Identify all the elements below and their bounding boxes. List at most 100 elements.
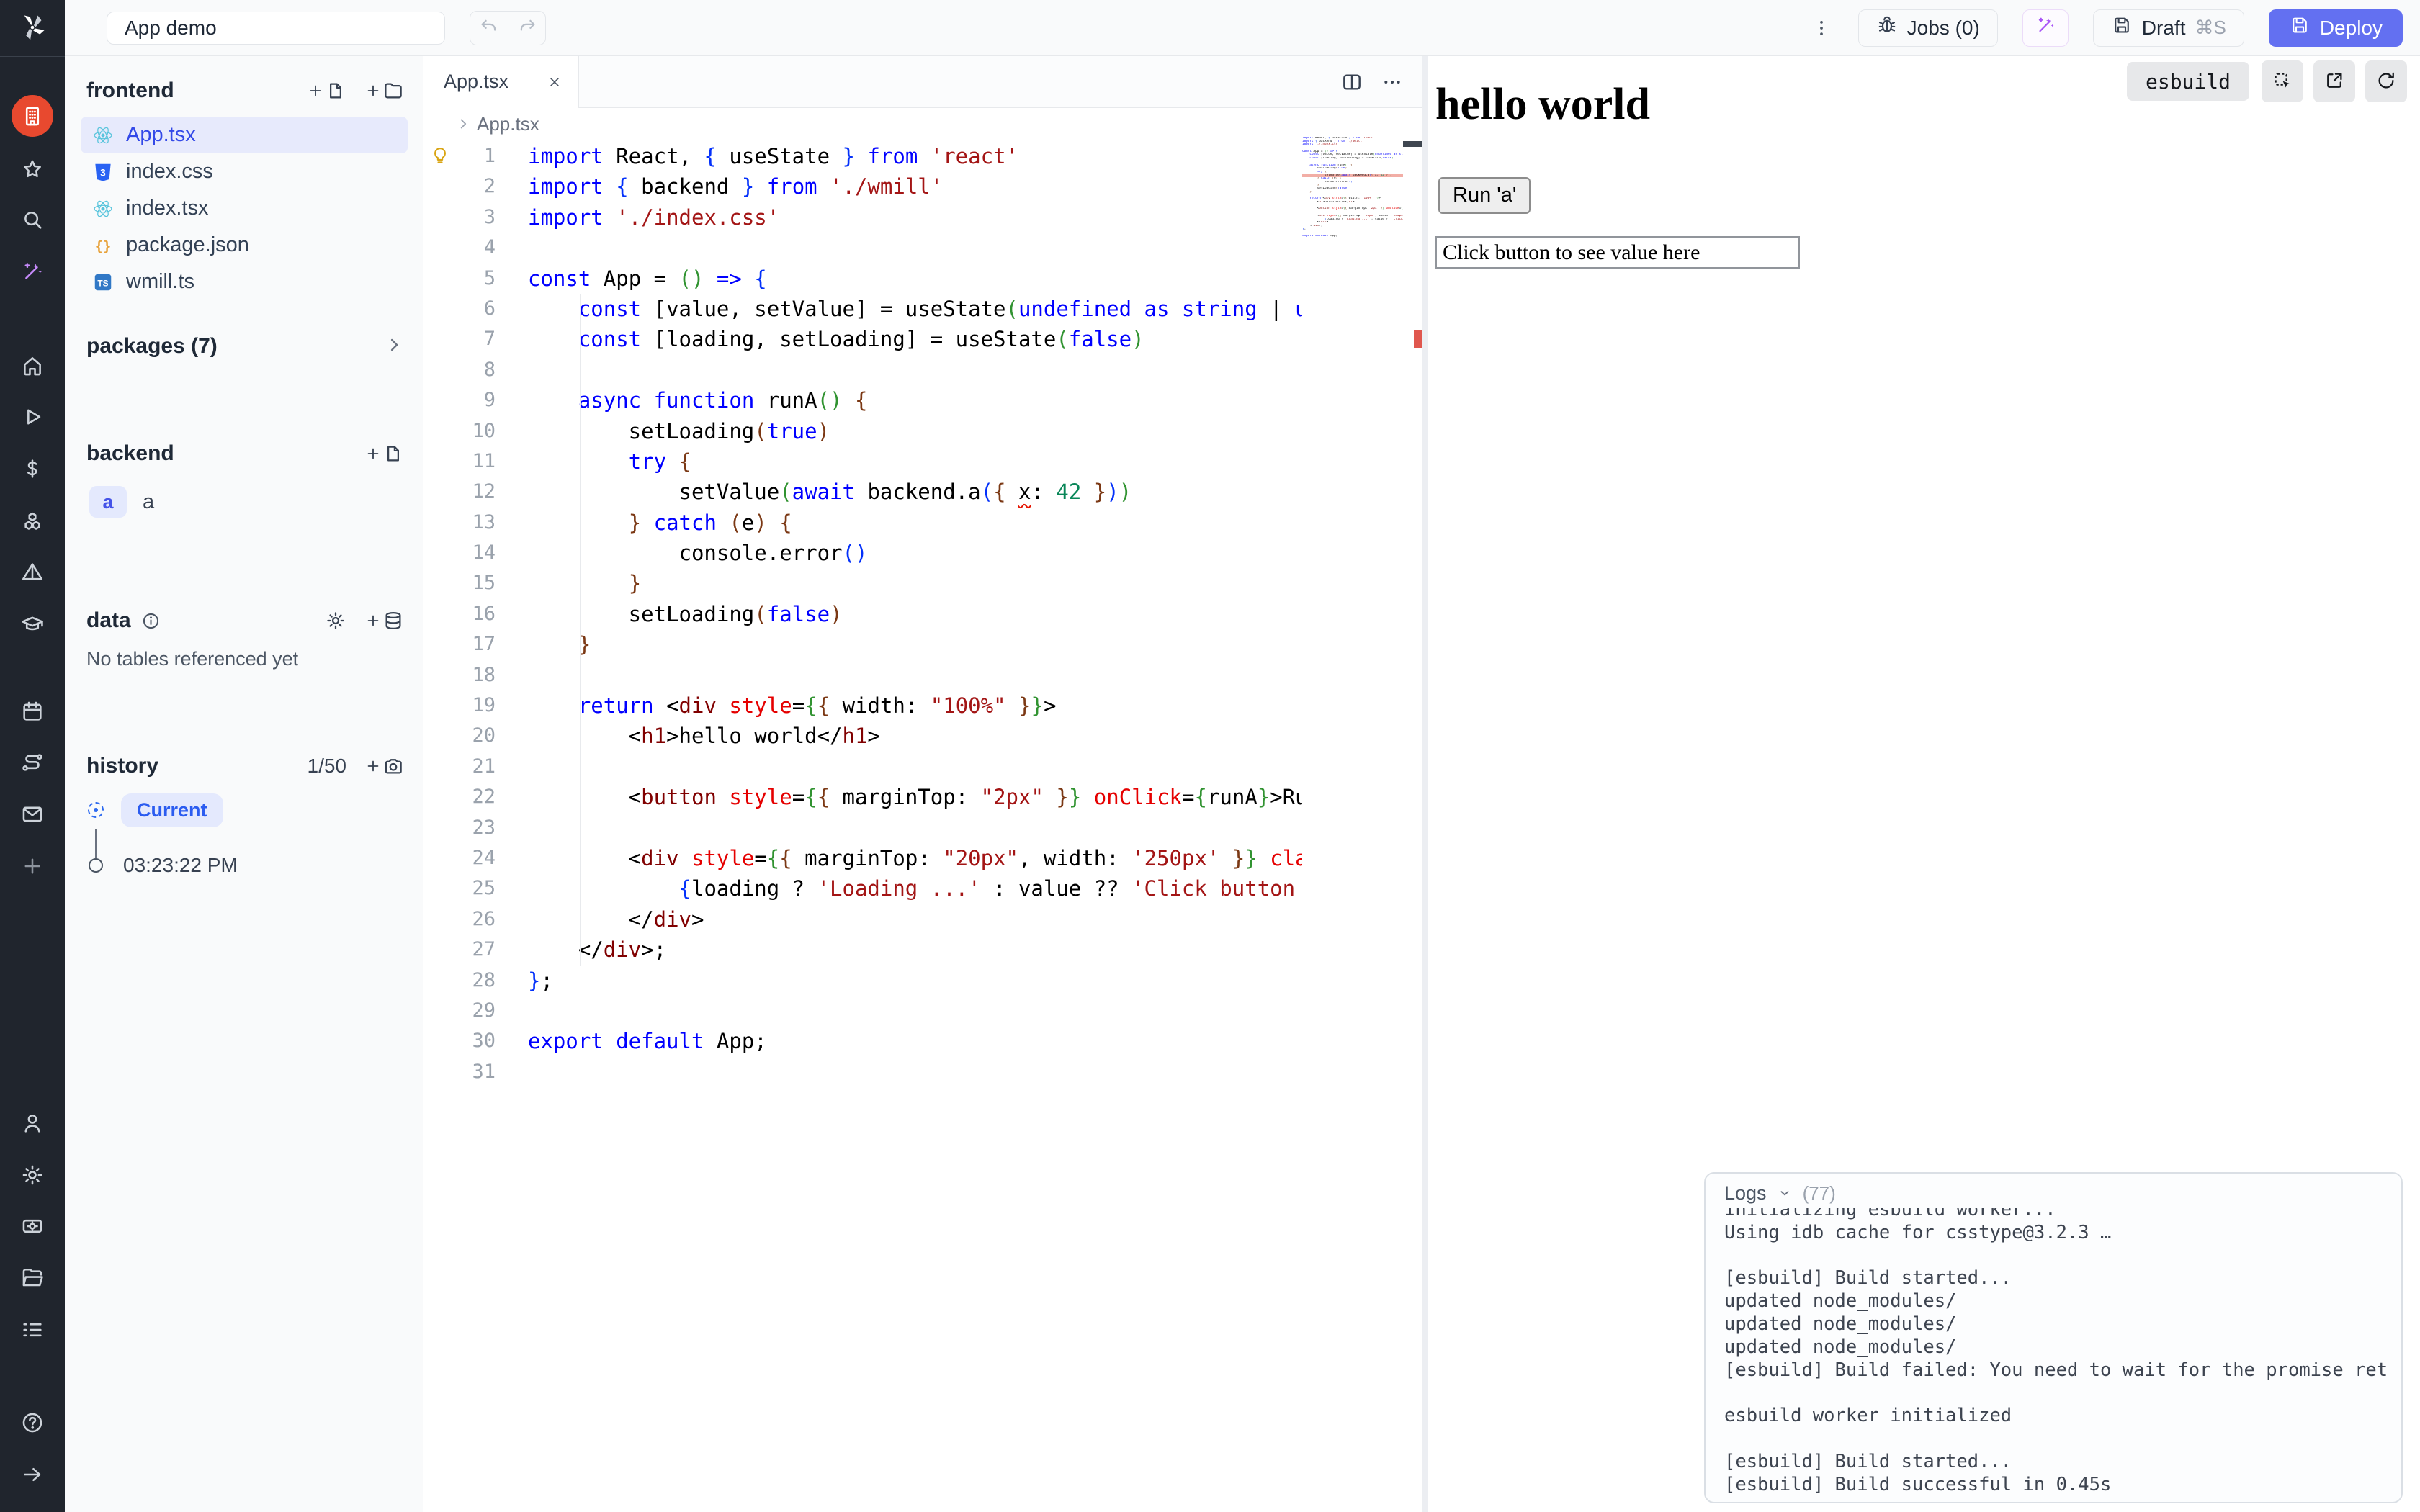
file-item-wmill-ts[interactable]: TSwmill.ts [81,264,408,300]
code-line: 8 [424,355,1302,385]
help-icon[interactable] [20,1410,45,1435]
logs-header: Logs (77) [1706,1174,2401,1205]
code-line: 27 </div>; [424,935,1302,965]
packages-section[interactable]: packages (7) [86,328,404,364]
json-braces-file-icon: {} [92,235,114,256]
draft-shortcut: ⌘S [2195,17,2226,39]
windmill-app-editor: Jobs (0) Draft ⌘S Deploy frontend [0,0,2420,1512]
line-number: 17 [424,629,496,660]
external-link-icon [2323,70,2345,94]
home-icon[interactable] [20,354,45,378]
line-number: 31 [424,1057,496,1087]
mail-icon[interactable] [20,802,45,827]
add-database-icon[interactable] [365,610,404,631]
line-number: 14 [424,538,496,568]
minimap[interactable]: import React, { useState } from 'react'i… [1302,137,1403,425]
undo-icon [478,16,500,40]
top-bar-actions: Jobs (0) Draft ⌘S Deploy [1809,9,2420,47]
route-icon[interactable] [20,750,45,775]
jobs-button[interactable]: Jobs (0) [1858,9,1998,47]
gear-icon[interactable] [20,1163,45,1187]
history-point-icon [89,858,103,873]
cubes-icon[interactable] [20,509,45,534]
backend-script-item[interactable]: a a [89,484,154,520]
frontend-title: frontend [86,78,174,103]
minimap-line: const [loading, setLoading] = useState(f… [1302,157,1403,161]
breadcrumb: App.tsx [424,108,1422,140]
inspect-component-button[interactable] [2262,60,2303,102]
file-item-index-tsx[interactable]: index.tsx [81,190,408,227]
file-item-app-tsx[interactable]: App.tsx [81,117,408,153]
split-editor-icon[interactable] [1340,71,1363,94]
add-folder-icon[interactable] [365,80,404,102]
code-line: 12 setValue(await backend.a({ x: 42 })) [424,477,1302,507]
arrow-right-icon[interactable] [20,1462,45,1487]
prism-icon[interactable] [20,560,45,585]
data-settings-gear-icon[interactable] [325,610,346,631]
code-viewport[interactable]: 1import React, { useState } from 'react'… [424,140,1302,1512]
windmill-logo-icon[interactable] [16,11,49,44]
grad-cap-icon[interactable] [20,612,45,636]
plus-icon[interactable] [20,854,45,878]
panel-divider[interactable] [1422,56,1428,1512]
log-line: Using idb cache for csstype@3.2.3 … [1724,1222,2388,1245]
save-draft-icon [2111,14,2133,41]
folder-icon[interactable] [20,1266,45,1290]
react-file-icon [92,198,114,220]
log-lines: Initializing esbuild worker...Using idb … [1724,1208,2388,1496]
code-line: 17 } [424,629,1302,660]
more-menu-icon[interactable] [1809,16,1834,40]
history-current-item[interactable]: Current [88,793,223,827]
line-number: 20 [424,721,496,751]
line-number: 30 [424,1026,496,1056]
run-a-button[interactable]: Run 'a' [1438,177,1531,214]
calendar-icon[interactable] [20,699,45,724]
draft-button[interactable]: Draft ⌘S [2093,9,2244,47]
building-icon[interactable] [12,95,53,137]
wand-icon[interactable] [20,259,45,284]
redo-button[interactable] [508,12,545,45]
ts-file-icon: TS [92,271,114,293]
editor-more-icon[interactable] [1381,71,1404,94]
code-line: 22 <button style={{ marginTop: "2px" }} … [424,782,1302,812]
play-icon[interactable] [20,405,45,429]
add-script-icon[interactable] [365,443,404,464]
line-number: 18 [424,660,496,690]
list-icon[interactable] [20,1318,45,1342]
star-icon[interactable] [20,158,45,182]
value-display-box: Click button to see value here [1435,236,1800,269]
app-name-input[interactable] [107,12,445,45]
minimap-slider[interactable] [1403,141,1422,147]
logs-panel: Logs (77) Initializing esbuild worker...… [1704,1172,2403,1503]
open-external-button[interactable] [2313,60,2355,102]
close-tab-icon[interactable] [547,74,563,90]
dollar-icon[interactable] [20,456,45,481]
svg-text:{}: {} [95,238,112,253]
breadcrumb-chevron-icon [455,116,471,132]
search-icon[interactable] [20,207,45,232]
code-lines: 1import React, { useState } from 'react'… [424,140,1302,1087]
breadcrumb-file[interactable]: App.tsx [477,113,539,135]
undo-button[interactable] [470,12,508,45]
refresh-preview-button[interactable] [2365,60,2407,102]
code-line: 23 [424,813,1302,843]
add-snapshot-camera-icon[interactable] [365,755,404,777]
add-file-icon[interactable] [308,80,346,102]
chevron-down-icon[interactable] [1777,1185,1793,1201]
line-number: 6 [424,294,496,324]
tab-app-tsx[interactable]: App.tsx [424,56,579,108]
file-item-package-json[interactable]: {}package.json [81,227,408,264]
history-time-item[interactable]: 03:23:22 PM [89,851,238,880]
data-title: data [86,608,131,633]
person-icon[interactable] [20,1111,45,1135]
draft-label: Draft [2142,17,2186,40]
logs-body[interactable]: Initializing esbuild worker...Using idb … [1724,1208,2388,1496]
ai-wand-button[interactable] [2022,9,2069,47]
line-number: 23 [424,813,496,843]
logs-title[interactable]: Logs [1724,1182,1767,1205]
file-item-index-css[interactable]: 3index.css [81,153,408,190]
code-line: 26 </div> [424,904,1302,935]
worker-group-icon[interactable] [20,1214,45,1238]
deploy-button[interactable]: Deploy [2269,9,2403,47]
code-line: 20 <h1>hello world</h1> [424,721,1302,751]
